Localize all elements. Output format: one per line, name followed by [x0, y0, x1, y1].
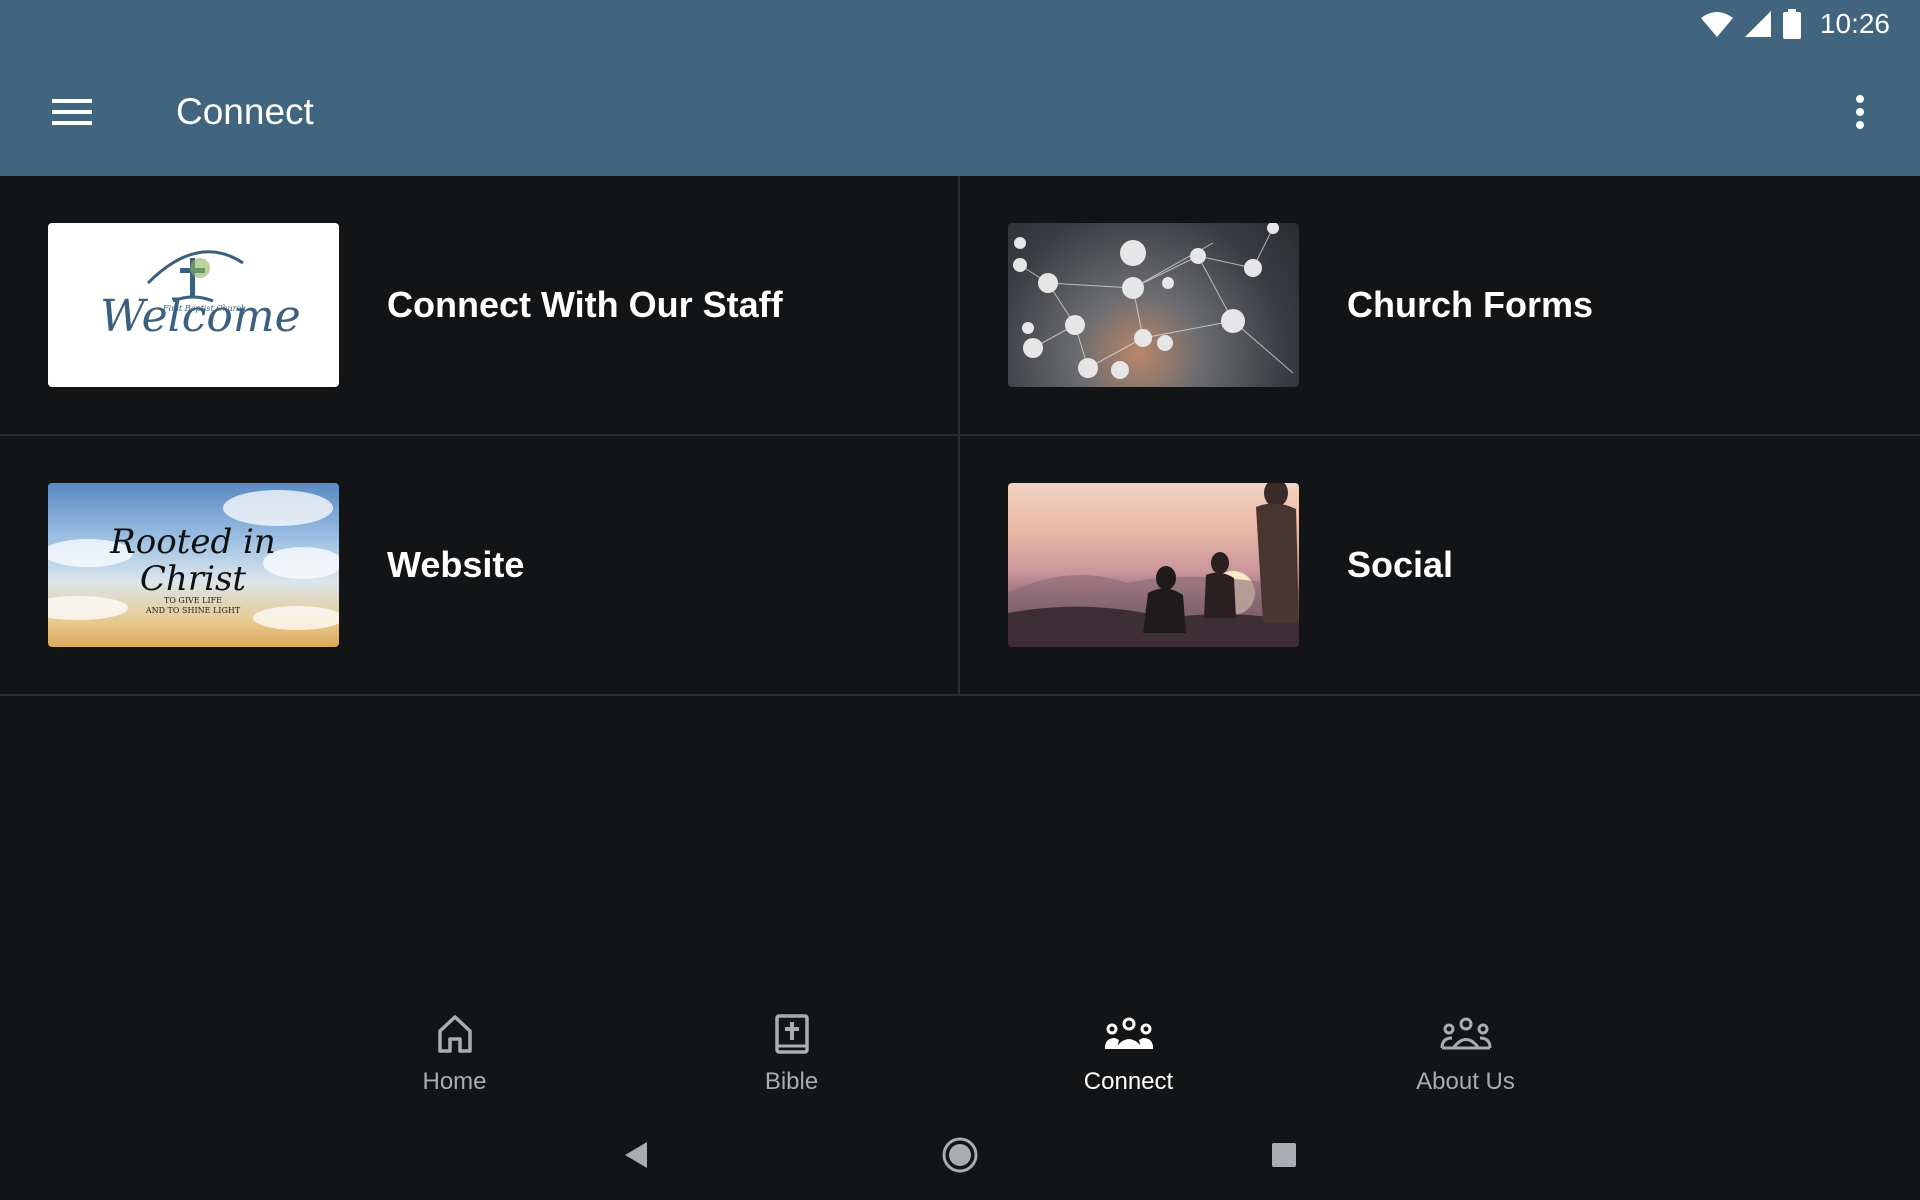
menu-button[interactable]: [42, 88, 102, 136]
battery-icon: [1782, 9, 1802, 39]
bible-icon: [774, 1010, 810, 1058]
thumb-sub-1: TO GIVE LIFE: [164, 596, 222, 605]
page-title: Connect: [176, 91, 314, 132]
status-time: 10:26: [1819, 8, 1890, 39]
nav-label: Home: [422, 1068, 487, 1095]
screen: 10:26 Connect Welcome First Baptist Chur…: [0, 0, 1920, 1200]
network-thumbnail: [1008, 223, 1299, 387]
bottom-navigation: Home Bible Connect About Us: [0, 990, 1920, 1110]
back-triangle-icon: [625, 1142, 647, 1168]
wifi-icon: [1700, 10, 1734, 38]
home-system-button[interactable]: [798, 1110, 1122, 1200]
signal-icon: [1744, 10, 1772, 38]
item-label: Connect With Our Staff: [387, 284, 783, 325]
system-navigation-bar: [0, 1110, 1920, 1200]
more-vert-icon: [1856, 95, 1864, 129]
nav-home[interactable]: Home: [286, 990, 623, 1110]
thumb-line-2: Christ: [140, 559, 246, 599]
recents-button[interactable]: [1122, 1110, 1446, 1200]
sunset-people-thumbnail: [1008, 483, 1299, 647]
overflow-menu-button[interactable]: [1840, 88, 1880, 136]
thumb-line-1: Rooted in: [109, 522, 276, 562]
welcome-text: Welcome: [100, 291, 301, 342]
people-icon: [1103, 1010, 1155, 1058]
item-label: Website: [387, 544, 525, 585]
hamburger-icon: [52, 99, 92, 125]
welcome-thumbnail: Welcome First Baptist Church: [48, 223, 339, 387]
nav-about-us[interactable]: About Us: [1297, 990, 1634, 1110]
item-label: Social: [1347, 544, 1454, 585]
connect-grid: Welcome First Baptist Church Connect Wit…: [0, 176, 1920, 696]
item-church-forms[interactable]: Church Forms: [960, 176, 1920, 434]
item-website[interactable]: Rooted in Christ TO GIVE LIFE AND TO SHI…: [0, 436, 960, 694]
item-label: Church Forms: [1347, 284, 1594, 325]
back-button[interactable]: [474, 1110, 798, 1200]
item-connect-with-staff[interactable]: Welcome First Baptist Church Connect Wit…: [0, 176, 960, 434]
nav-label: About Us: [1416, 1068, 1515, 1095]
thumb-sub-2: AND TO SHINE LIGHT: [145, 606, 241, 615]
nav-label: Bible: [764, 1068, 819, 1095]
item-social[interactable]: Social: [960, 436, 1920, 694]
rooted-in-christ-thumbnail: Rooted in Christ TO GIVE LIFE AND TO SHI…: [48, 483, 339, 647]
status-bar: 10:26: [1700, 0, 1920, 48]
church-name-text: First Baptist Church: [162, 304, 246, 313]
home-circle-icon: [942, 1137, 978, 1173]
grid-row: Rooted in Christ TO GIVE LIFE AND TO SHI…: [0, 436, 1920, 696]
home-icon: [436, 1010, 474, 1058]
grid-row: Welcome First Baptist Church Connect Wit…: [0, 176, 1920, 436]
group-icon: [1440, 1010, 1492, 1058]
nav-bible[interactable]: Bible: [623, 990, 960, 1110]
nav-label: Connect: [1083, 1068, 1174, 1095]
app-bar: 10:26 Connect: [0, 0, 1920, 176]
nav-connect[interactable]: Connect: [960, 990, 1297, 1110]
recents-square-icon: [1272, 1143, 1296, 1167]
